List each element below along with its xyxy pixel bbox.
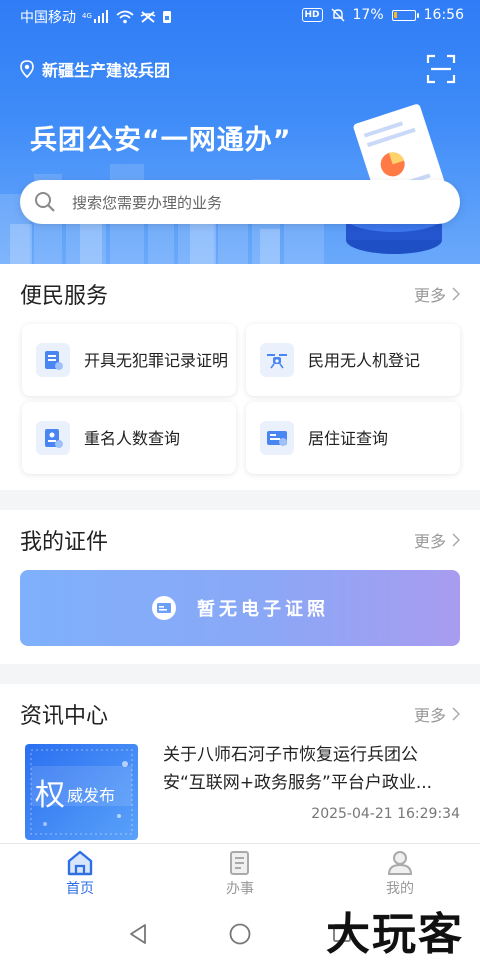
drone-icon	[260, 343, 294, 377]
tab-services[interactable]: 办事	[160, 844, 320, 906]
more-label: 更多	[413, 532, 446, 551]
location-label: 新疆生产建设兵团	[42, 61, 171, 80]
battery-percent: 17%	[352, 7, 384, 23]
search-icon	[35, 192, 55, 212]
service-label: 民用无人机登记	[308, 350, 421, 370]
news-title-line: 安“互联网+政务服务”平台户政业...	[163, 773, 433, 793]
search-bar[interactable]: 搜索您需要办理的业务	[20, 180, 460, 224]
tab-label: 办事	[226, 881, 254, 897]
service-label: 居住证查询	[308, 428, 389, 448]
news-thumb-caption: 威发布	[67, 786, 116, 805]
more-label: 更多	[413, 706, 446, 725]
section-title: 我的证件	[20, 530, 109, 555]
chevron-right-icon	[452, 287, 460, 301]
back-icon[interactable]	[128, 923, 148, 945]
service-card-name-query[interactable]: 重名人数查询	[22, 402, 236, 474]
user-icon	[387, 851, 413, 875]
news-thumb-big-char: 权	[35, 778, 65, 813]
name-query-icon	[36, 421, 70, 455]
chevron-right-icon	[452, 707, 460, 721]
service-card-criminal-record[interactable]: 开具无犯罪记录证明	[22, 324, 236, 396]
more-link[interactable]: 更多	[414, 528, 460, 552]
tab-profile[interactable]: 我的	[320, 844, 480, 906]
location-selector[interactable]: 新疆生产建设兵团	[20, 57, 170, 81]
section-title: 资讯中心	[20, 704, 109, 729]
sim-icon	[163, 11, 171, 23]
section-title: 便民服务	[20, 284, 109, 309]
more-label: 更多	[413, 286, 446, 305]
svg-text:4G: 4G	[82, 12, 92, 20]
location-pin-icon	[20, 60, 34, 78]
slogan-title: 兵团公安“一网通办”	[30, 125, 292, 156]
document-icon	[230, 851, 249, 875]
tab-home[interactable]: 首页	[0, 844, 160, 906]
home-icon	[67, 850, 93, 876]
mute-bell-icon	[331, 8, 345, 22]
certificate-banner[interactable]: 暂无电子证照	[20, 570, 460, 646]
bottom-tab-bar: 首页 办事 我的	[0, 843, 480, 905]
id-card-icon	[152, 596, 176, 620]
scan-icon[interactable]	[426, 54, 456, 84]
battery-icon	[391, 9, 419, 21]
wifi-icon	[116, 10, 134, 24]
news-title[interactable]: 关于八师石河子市恢复运行兵团公 安“互联网+政务服务”平台户政业...	[163, 741, 463, 797]
no-certificate-text: 暂无电子证照	[197, 599, 329, 620]
service-label: 重名人数查询	[84, 428, 181, 448]
service-label: 开具无犯罪记录证明	[84, 350, 229, 370]
clock: 16:56	[423, 7, 464, 23]
certificate-icon	[36, 343, 70, 377]
hd-badge: HD	[301, 8, 323, 22]
service-card-residence-permit[interactable]: 居住证查询	[246, 402, 460, 474]
watermark-logo: 大玩客	[326, 909, 464, 960]
chevron-right-icon	[452, 533, 460, 547]
residence-card-icon	[260, 421, 294, 455]
service-card-drone-registration[interactable]: 民用无人机登记	[246, 324, 460, 396]
news-timestamp: 2025-04-21 16:29:34	[311, 806, 460, 822]
more-link[interactable]: 更多	[414, 702, 460, 726]
search-input[interactable]: 搜索您需要办理的业务	[72, 192, 222, 213]
certificates-section: 我的证件 更多 暂无电子证照	[0, 510, 480, 664]
call-forward-icon	[140, 11, 156, 23]
status-bar: 中国移动 4G HD 17% 16:56	[0, 0, 480, 32]
news-thumbnail[interactable]: 权 威发布	[25, 744, 138, 840]
news-title-line: 关于八师石河子市恢复运行兵团公	[163, 745, 418, 765]
more-link[interactable]: 更多	[414, 282, 460, 306]
news-section: 资讯中心 更多 权 威发布 关于八师石河子市恢复运行兵团公 安“互联网+政务服务…	[0, 684, 480, 844]
tab-label: 我的	[386, 881, 414, 897]
signal-icon: 4G	[82, 10, 108, 23]
convenience-section: 便民服务 更多 开具无犯罪记录证明 民用无人机登记 重名人数查询 居住证查询	[0, 264, 480, 490]
home-circle-icon[interactable]	[229, 923, 251, 945]
carrier-label: 中国移动	[20, 10, 76, 26]
tab-label: 首页	[66, 881, 94, 897]
hero-banner: 中国移动 4G HD 17% 16:56 新疆生产建设兵团 兵团公安“一网通办”…	[0, 0, 480, 264]
